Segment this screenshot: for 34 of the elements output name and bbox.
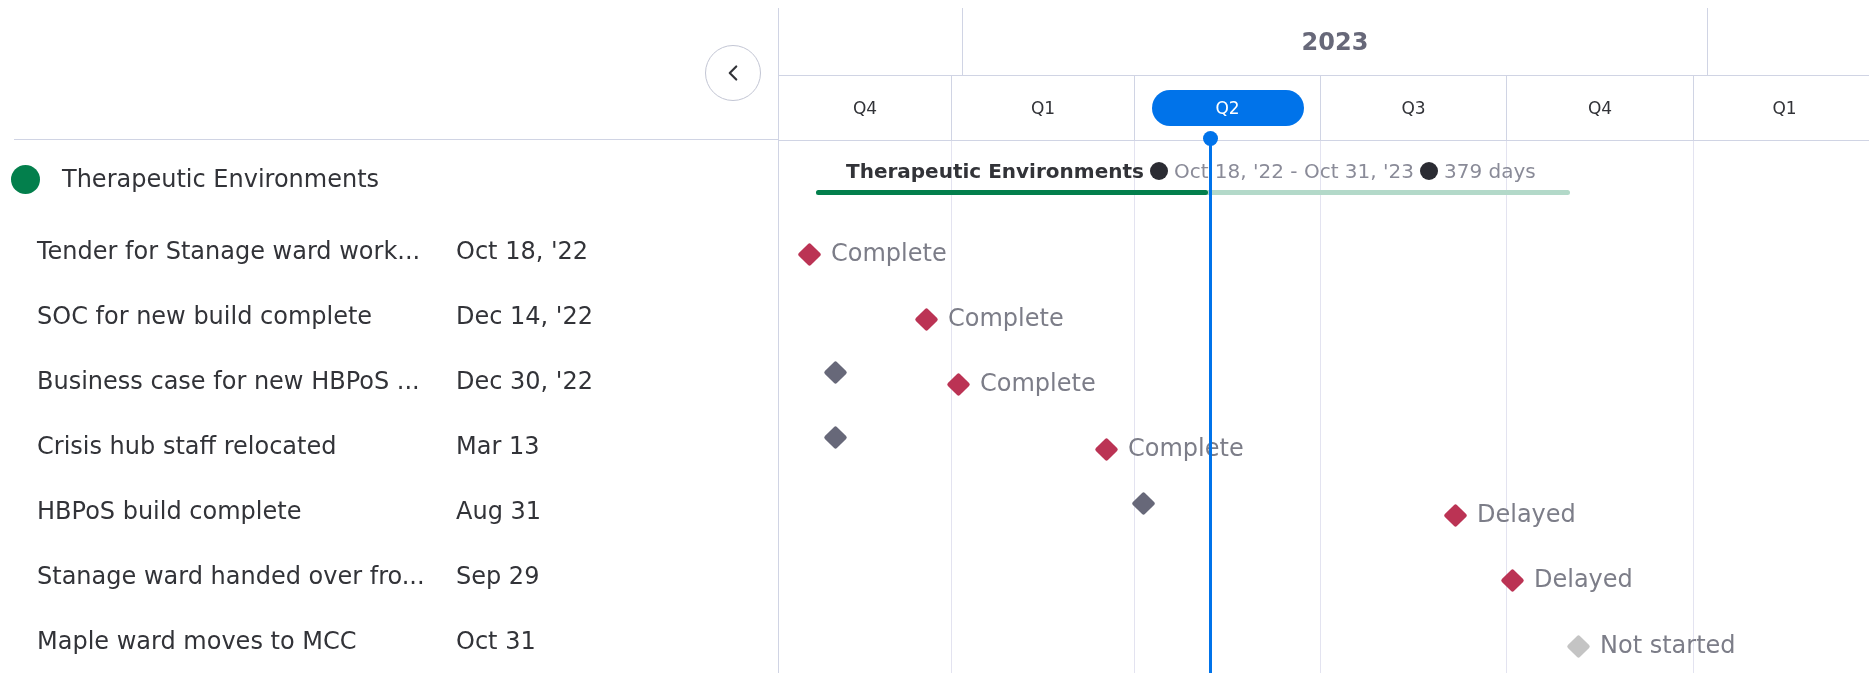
bar-title: Therapeutic Environments bbox=[846, 159, 1144, 183]
task-name: Stanage ward handed over fro... bbox=[37, 561, 426, 590]
task-date: Dec 30, '22 bbox=[456, 366, 593, 395]
milestone-status: Not started bbox=[1600, 631, 1736, 659]
separator-dot-icon bbox=[1149, 162, 1168, 180]
task-name: Maple ward moves to MCC bbox=[37, 626, 358, 655]
quarter-tab[interactable]: Q2 bbox=[1151, 90, 1304, 126]
milestone-status: Delayed bbox=[1477, 500, 1576, 528]
separator-dot-icon bbox=[1419, 162, 1438, 180]
quarter-tab[interactable]: Q3 bbox=[1401, 98, 1426, 118]
milestone-status: Complete bbox=[948, 304, 1064, 332]
bar-dates: Oct 18, '22 - Oct 31, '23 bbox=[1173, 159, 1414, 183]
quarter-tab[interactable]: Q1 bbox=[1772, 98, 1797, 118]
task-name: HBPoS build complete bbox=[37, 496, 303, 525]
milestone-status: Delayed bbox=[1534, 565, 1633, 593]
quarter-tab[interactable]: Q4 bbox=[1587, 98, 1613, 118]
task-date: Dec 14, '22 bbox=[456, 302, 593, 331]
quarter-tab[interactable]: Q4 bbox=[852, 98, 878, 118]
group-name: Therapeutic Environments bbox=[62, 165, 380, 194]
task-name: Tender for Stanage ward work... bbox=[37, 237, 422, 266]
task-name: Business case for new HBPoS ... bbox=[37, 366, 421, 395]
task-name: SOC for new build complete bbox=[37, 302, 374, 331]
quarter-tab[interactable]: Q1 bbox=[1030, 98, 1056, 118]
today-marker-dot bbox=[1203, 131, 1218, 146]
milestone-status: Complete bbox=[980, 369, 1096, 397]
bar-duration: 379 days bbox=[1443, 159, 1536, 183]
task-name: Crisis hub staff relocated bbox=[37, 431, 338, 460]
year-label: 2023 bbox=[1301, 27, 1369, 56]
task-date: Oct 31 bbox=[456, 626, 536, 655]
task-date: Sep 29 bbox=[456, 561, 540, 590]
task-date: Aug 31 bbox=[456, 496, 542, 525]
task-date: Mar 13 bbox=[456, 431, 540, 460]
milestone-status: Complete bbox=[831, 239, 947, 267]
task-date: Oct 18, '22 bbox=[456, 237, 589, 266]
